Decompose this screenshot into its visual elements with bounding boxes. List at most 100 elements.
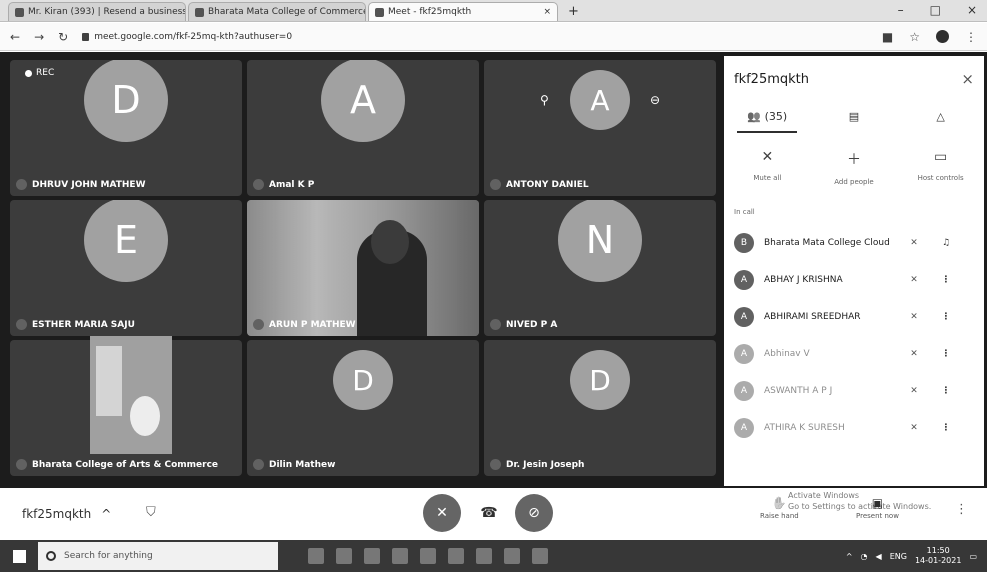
tab-favicon-icon (195, 7, 204, 17)
shield-icon[interactable]: ⛉ (146, 505, 156, 520)
address-bar-actions: ■ ☆ ⋮ (882, 30, 977, 44)
camera-indicator-icon[interactable]: ■ (882, 30, 893, 44)
store-icon[interactable] (420, 548, 436, 564)
present-now-button[interactable]: ▣ Present now (856, 496, 899, 520)
participant-tile[interactable]: D Dr. Jesin Joseph (484, 340, 716, 476)
video-window-shape (96, 346, 122, 416)
clock-time: 11:50 (926, 546, 950, 555)
profile-avatar[interactable] (936, 30, 949, 43)
mail-icon[interactable] (448, 548, 464, 564)
more-options-icon[interactable]: ⋮ (938, 386, 954, 396)
minimize-button[interactable]: – (898, 3, 904, 17)
list-item[interactable]: A ASWANTH A P J ✕ ⋮ (724, 372, 984, 409)
more-options-icon[interactable]: ⋮ (938, 423, 954, 433)
participant-name: ANTONY DANIEL (506, 179, 589, 190)
avatar: D (333, 350, 393, 410)
maximize-button[interactable]: □ (930, 3, 941, 17)
more-options-icon[interactable]: ⋮ (938, 312, 954, 322)
meeting-details-button[interactable]: fkf25mqkth ^ (22, 507, 111, 521)
mic-app-icon[interactable] (308, 548, 324, 564)
back-arrow-icon[interactable]: ← (10, 30, 20, 44)
mic-off-icon[interactable]: ✕ (904, 423, 924, 433)
participant-tile[interactable]: E ESTHER MARIA SAJU (10, 200, 242, 336)
avatar: N (558, 200, 642, 282)
host-controls-button[interactable]: ▭ Host controls (905, 149, 977, 186)
pin-icon[interactable]: ⚲ (540, 93, 549, 107)
more-options-icon[interactable]: ⋮ (938, 349, 954, 359)
mic-off-icon[interactable]: ✕ (904, 238, 924, 248)
self-view-video (90, 336, 172, 454)
tab-activities[interactable]: △ (911, 110, 971, 133)
participant-name: Amal K P (269, 179, 315, 190)
app-icon[interactable] (532, 548, 548, 564)
tab-close-icon[interactable]: × (543, 7, 551, 17)
list-item[interactable]: A ABHAY J KRISHNA ✕ ⋮ (724, 261, 984, 298)
close-window-button[interactable]: × (967, 3, 977, 17)
volume-icon[interactable]: ◀ (876, 552, 882, 561)
camera-toggle-button[interactable]: ⊘ (515, 494, 553, 532)
mic-off-icon[interactable]: ✕ (904, 349, 924, 359)
system-tray: ^ ◔ ◀ ENG 11:50 14-01-2021 ▭ (846, 546, 987, 566)
taskbar-clock[interactable]: 11:50 14-01-2021 (915, 546, 962, 566)
reload-icon[interactable]: ↻ (58, 30, 68, 44)
list-item[interactable]: B Bharata Mata College Cloud ✕ ♫ (724, 224, 984, 261)
file-explorer-icon[interactable] (392, 548, 408, 564)
mute-all-button[interactable]: ✕ Mute all (731, 149, 803, 186)
more-options-icon[interactable]: ⋮ (955, 502, 968, 517)
people-panel: fkf25mqkth × 👥 (35) ▤ △ ✕ Mute all ＋ Add p… (724, 56, 984, 486)
more-options-icon[interactable]: ⋮ (938, 275, 954, 285)
browser-tab-3[interactable]: Meet - fkf25mqkth × (368, 2, 558, 21)
add-people-button[interactable]: ＋ Add people (818, 149, 890, 186)
bookmark-star-icon[interactable]: ☆ (909, 30, 920, 44)
present-now-label: Present now (856, 512, 899, 520)
leave-call-button[interactable]: ☎ (470, 494, 508, 532)
start-button[interactable] (0, 540, 38, 572)
mic-off-icon[interactable]: ✕ (904, 312, 924, 322)
browser-tab-strip: Mr. Kiran (393) | Resend a business... ×… (0, 0, 987, 22)
avatar: A (734, 269, 754, 290)
participant-tile[interactable]: A ⚲ ⊖ ANTONY DANIEL (484, 60, 716, 196)
list-item[interactable]: A ABHIRAMI SREEDHAR ✕ ⋮ (724, 298, 984, 335)
taskbar-search[interactable]: Search for anything (38, 542, 278, 570)
raise-hand-button[interactable]: ✋ Raise hand (760, 496, 799, 520)
participant-name: NIVED P A (506, 319, 558, 330)
url-field[interactable]: meet.google.com/fkf-25mq-kth?authuser=0 (82, 32, 292, 42)
edge-icon[interactable] (364, 548, 380, 564)
mic-off-icon[interactable]: ✕ (904, 386, 924, 396)
notifications-icon[interactable]: ▭ (969, 552, 977, 561)
network-icon[interactable]: ◔ (861, 552, 868, 561)
mic-off-icon: ✕ (761, 149, 774, 165)
word-icon[interactable] (504, 548, 520, 564)
tab-chat[interactable]: ▤ (824, 110, 884, 133)
participant-tile[interactable]: N NIVED P A (484, 200, 716, 336)
action-label: Mute all (753, 174, 782, 182)
participant-name: Dilin Mathew (269, 459, 336, 470)
mic-toggle-button[interactable]: ✕ (423, 494, 461, 532)
language-indicator[interactable]: ENG (890, 552, 907, 561)
browser-menu-icon[interactable]: ⋮ (965, 30, 977, 44)
forward-arrow-icon[interactable]: → (34, 30, 44, 44)
list-item[interactable]: A ATHIRA K SURESH ✕ ⋮ (724, 409, 984, 446)
chrome-icon[interactable] (476, 548, 492, 564)
browser-tab-1[interactable]: Mr. Kiran (393) | Resend a business... × (8, 2, 186, 21)
clock-date: 14-01-2021 (914, 556, 962, 565)
participant-tile[interactable]: D Dilin Mathew (247, 340, 479, 476)
mic-off-icon[interactable]: ✕ (904, 275, 924, 285)
tab-people[interactable]: 👥 (35) (737, 110, 798, 133)
record-dot-icon (25, 69, 32, 77)
new-tab-button[interactable]: + (560, 4, 587, 21)
tray-chevron-icon[interactable]: ^ (846, 552, 853, 561)
task-view-icon[interactable] (336, 548, 352, 564)
avatar: A (321, 60, 405, 142)
browser-tab-2[interactable]: Bharata Mata College of Commerce & Mat..… (188, 2, 366, 21)
meeting-code: fkf25mqkth (22, 507, 92, 521)
address-bar: ← → ↻ meet.google.com/fkf-25mq-kth?authu… (0, 23, 987, 51)
participant-video-tile[interactable]: ARUN P MATHEW (247, 200, 479, 336)
url-text: meet.google.com/fkf-25mq-kth?authuser=0 (94, 31, 293, 42)
remove-icon[interactable]: ⊖ (650, 93, 660, 107)
list-item[interactable]: A Abhinav V ✕ ⋮ (724, 335, 984, 372)
in-call-label: In call (734, 208, 755, 216)
speaking-icon[interactable]: ♫ (938, 238, 954, 248)
participant-tile[interactable]: A Amal K P (247, 60, 479, 196)
close-icon[interactable]: × (961, 70, 974, 88)
